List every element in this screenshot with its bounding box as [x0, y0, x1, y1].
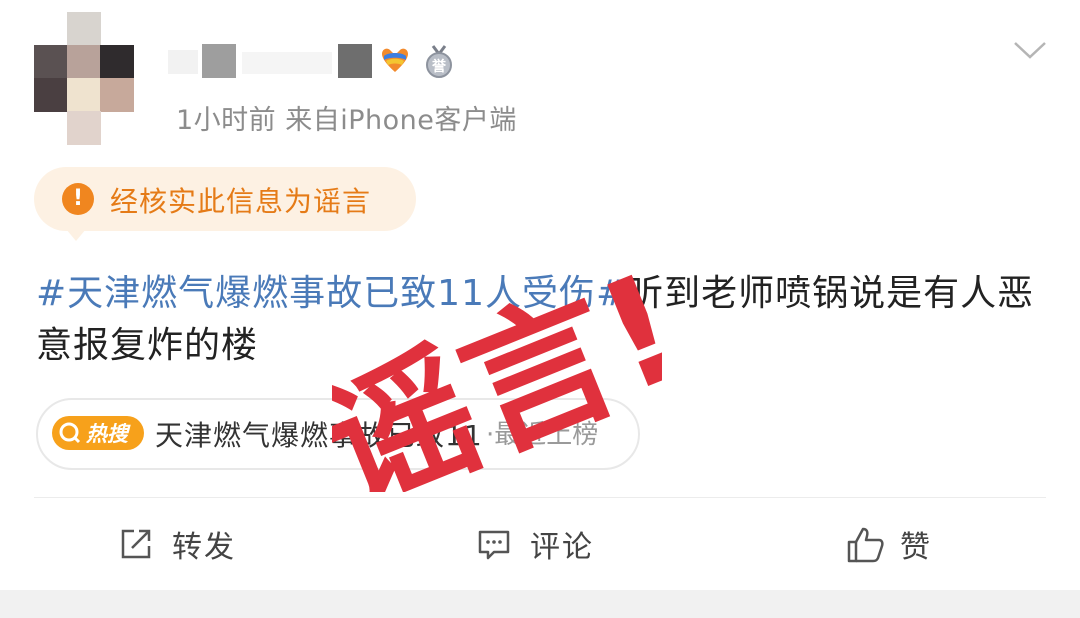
like-button[interactable]: 赞: [846, 520, 966, 568]
hot-search-suffix: ·最近上榜: [482, 414, 599, 451]
member-badge-icon[interactable]: [378, 44, 412, 78]
search-icon: [59, 422, 81, 444]
comment-button[interactable]: 评论: [476, 520, 626, 568]
medal-icon[interactable]: 誉: [422, 44, 456, 78]
comment-icon: [478, 530, 510, 560]
like-label: 赞: [900, 530, 932, 565]
hot-search-badge: 热搜: [52, 416, 144, 450]
post-content: #天津燃气爆燃事故已致11人受伤#听到老师喷锅说是有人恶意报复炸的楼: [36, 268, 1046, 372]
notice-tail: [66, 229, 86, 241]
repost-icon: [121, 529, 151, 559]
topic-link[interactable]: #天津燃气爆燃事故已致11人受伤#: [36, 273, 627, 314]
post-meta: 1小时前 来自iPhone客户端: [176, 105, 517, 136]
hot-search-title: 天津燃气爆燃事故已致11: [155, 419, 483, 452]
thumbs-up-icon: [847, 527, 884, 563]
rumor-notice-text: 经核实此信息为谣言: [110, 185, 372, 218]
weibo-post: 誉 1小时前 来自iPhone客户端 ! 经核实此信息为谣言 #天津燃气爆燃事故…: [0, 0, 1080, 590]
info-icon: !: [62, 183, 94, 215]
username-blurred[interactable]: [168, 44, 372, 78]
hot-badge-label: 热搜: [86, 422, 128, 446]
divider: [34, 497, 1046, 498]
feed-separator: [0, 590, 1080, 618]
avatar[interactable]: [34, 12, 134, 145]
repost-label: 转发: [172, 530, 236, 565]
svg-text:誉: 誉: [432, 58, 447, 75]
comment-label: 评论: [530, 530, 594, 565]
chevron-down-icon[interactable]: [1012, 36, 1048, 64]
repost-button[interactable]: 转发: [118, 520, 268, 568]
